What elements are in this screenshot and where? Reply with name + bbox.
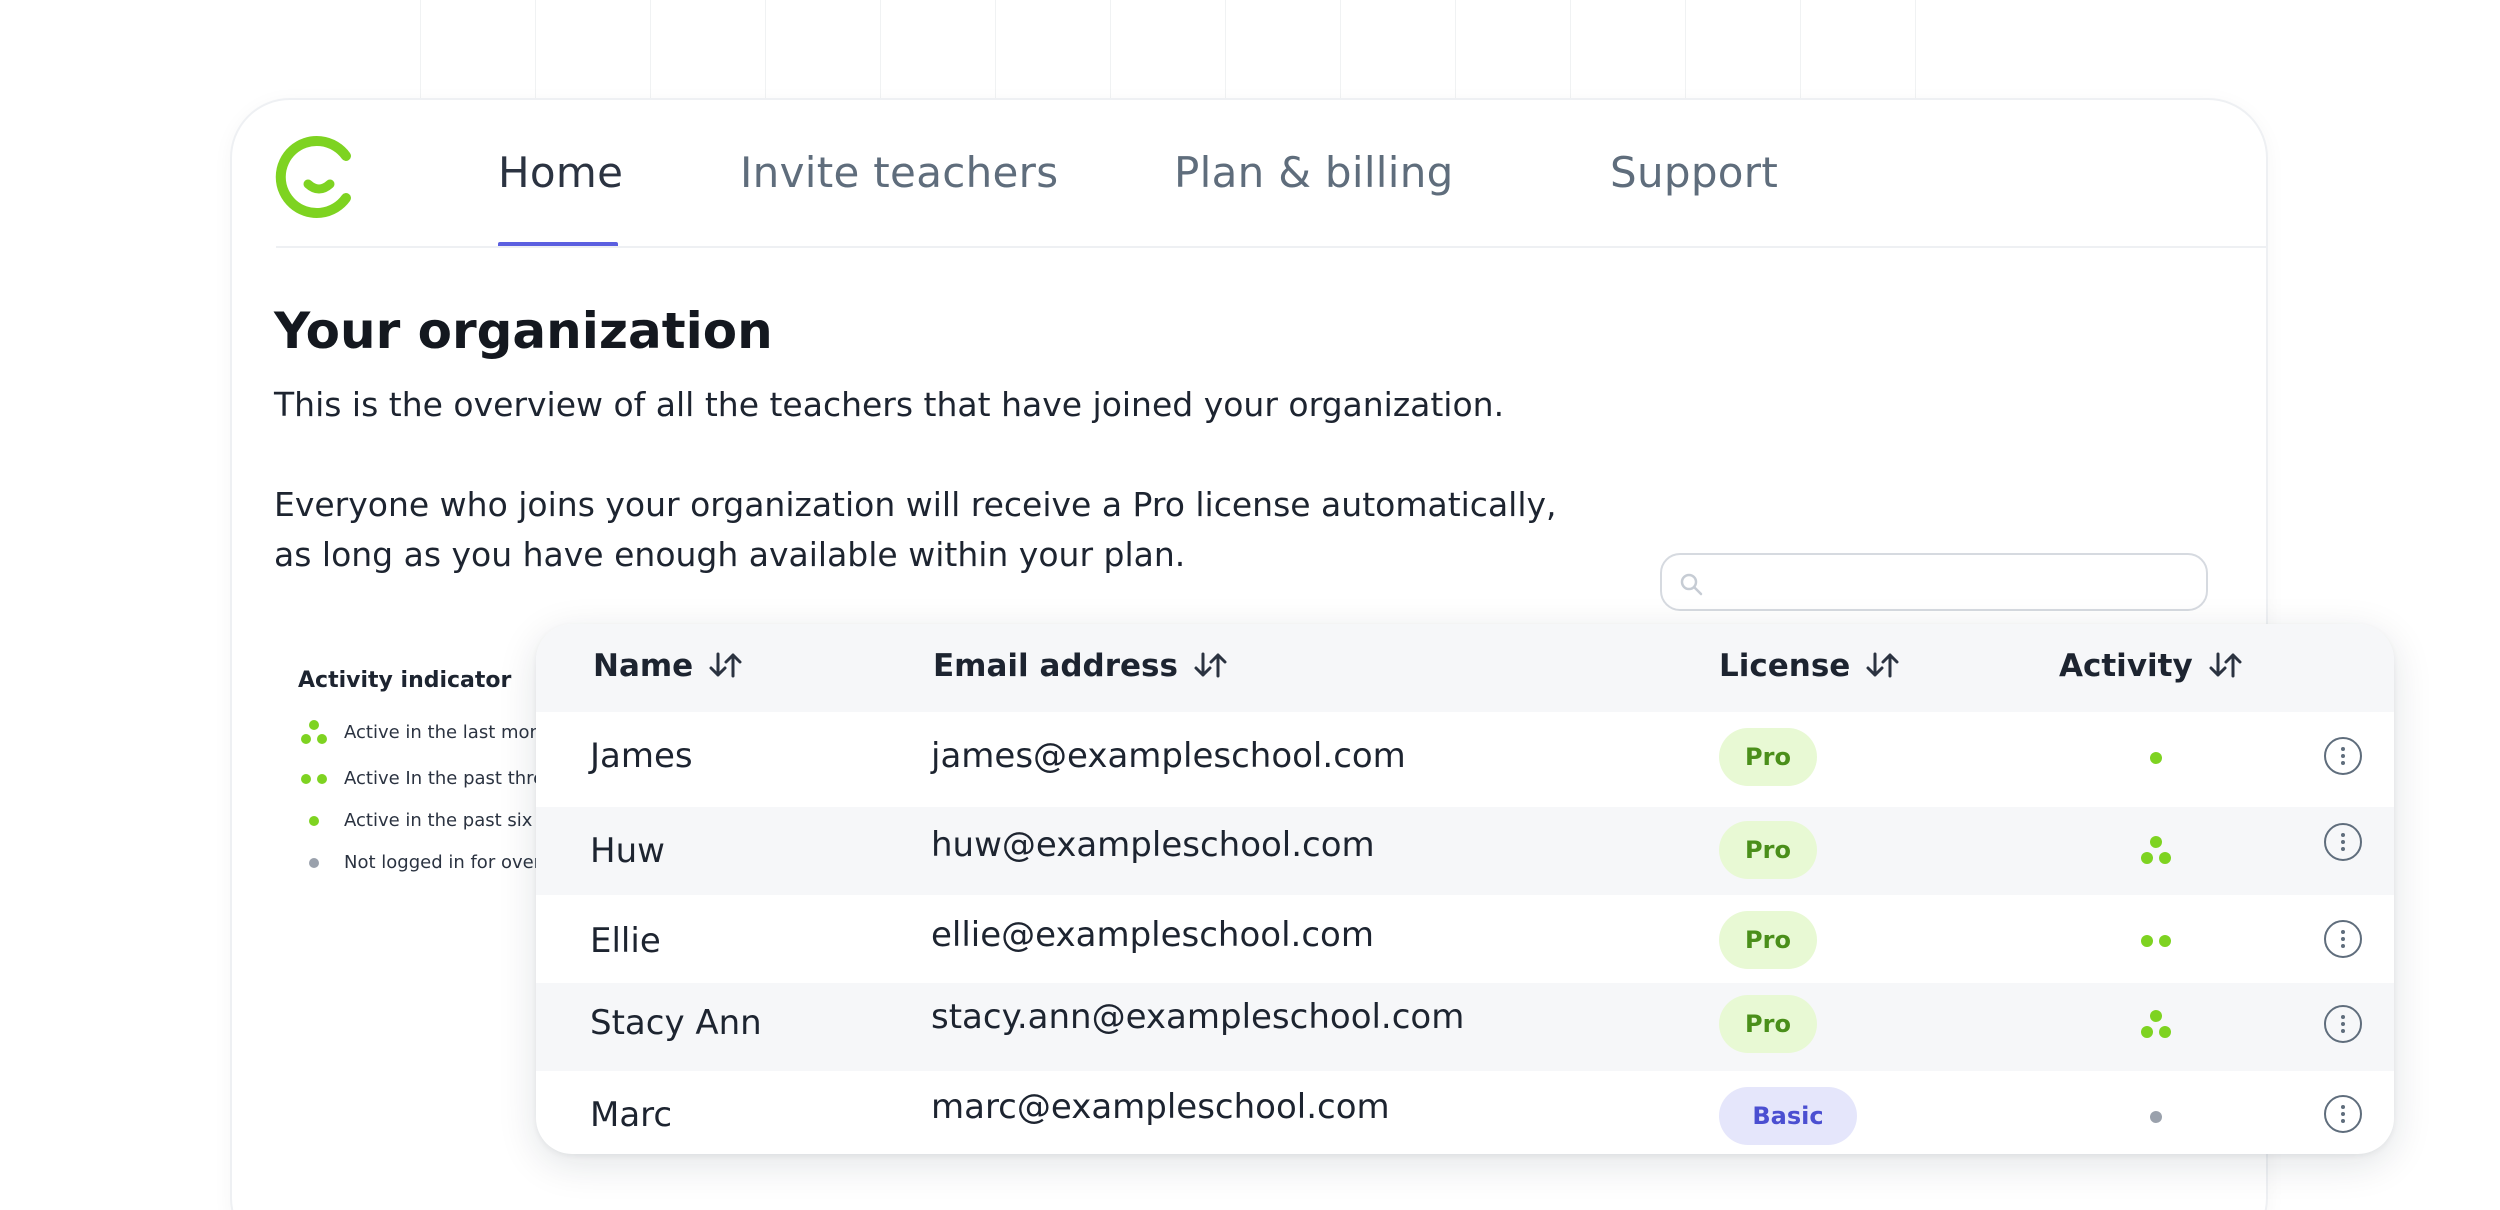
tab-invite-teachers[interactable]: Invite teachers (740, 148, 1058, 197)
logo-icon[interactable] (274, 132, 364, 222)
table-row[interactable]: James james@exampleschool.com Pro (536, 712, 2394, 800)
license-badge: Pro (1719, 728, 1817, 786)
two-dots-activity-icon (2141, 935, 2171, 947)
row-menu-button[interactable] (2324, 1005, 2362, 1043)
teacher-email: james@exampleschool.com (931, 736, 1406, 776)
one-dot-activity-icon (309, 816, 319, 826)
search-icon (1680, 573, 1703, 596)
table-row[interactable]: Ellie ellie@exampleschool.com Pro (536, 895, 2394, 983)
legend-label: Active in the last month (344, 722, 546, 743)
sort-icon[interactable] (2207, 650, 2243, 680)
sort-icon[interactable] (707, 650, 743, 680)
teacher-name: Marc (590, 1095, 673, 1135)
three-dots-activity-icon (2141, 1010, 2171, 1038)
three-dots-activity-icon (301, 720, 327, 744)
column-header-license[interactable]: License (1719, 648, 1900, 684)
table-row[interactable]: Huw huw@exampleschool.com Pro (536, 807, 2394, 895)
column-header-label: Name (593, 648, 694, 684)
more-vertical-icon (2341, 1105, 2345, 1123)
legend-label: Active in the past six months (344, 810, 546, 831)
sort-icon[interactable] (1192, 650, 1228, 680)
legend-item-six-months: Active in the past six months (296, 806, 546, 836)
legend-item-last-month: Active in the last month (296, 718, 546, 748)
teacher-name: James (590, 736, 693, 776)
tab-plan-billing[interactable]: Plan & billing (1174, 148, 1454, 197)
column-header-activity[interactable]: Activity (2059, 648, 2243, 684)
more-vertical-icon (2341, 930, 2345, 948)
more-vertical-icon (2341, 747, 2345, 765)
license-badge: Pro (1719, 821, 1817, 879)
background-grid (420, 0, 2020, 100)
row-menu-button[interactable] (2324, 1095, 2362, 1133)
sort-icon[interactable] (1864, 650, 1900, 680)
legend-label: Not logged in for over six months (344, 852, 546, 873)
tab-support[interactable]: Support (1610, 148, 1778, 197)
teacher-email: huw@exampleschool.com (931, 825, 1375, 865)
teacher-email: stacy.ann@exampleschool.com (931, 997, 1465, 1037)
page-title: Your organization (274, 302, 773, 360)
teacher-email: marc@exampleschool.com (931, 1087, 1390, 1127)
intro-text: This is the overview of all the teachers… (274, 385, 1505, 424)
license-badge: Basic (1719, 1087, 1857, 1145)
row-menu-button[interactable] (2324, 737, 2362, 775)
column-header-label: Activity (2059, 648, 2193, 684)
tab-home[interactable]: Home (498, 148, 623, 197)
nav-divider (276, 246, 2268, 248)
row-menu-button[interactable] (2324, 823, 2362, 861)
license-note: Everyone who joins your organization wil… (274, 485, 1557, 574)
app-stage: Home Invite teachers Plan & billing Supp… (0, 0, 2500, 1210)
search-input[interactable] (1660, 553, 2208, 611)
inactive-dot-icon (309, 858, 319, 868)
legend-label: Active In the past three months (344, 768, 546, 789)
table-row[interactable]: Marc marc@exampleschool.com Basic (536, 1071, 2394, 1154)
more-vertical-icon (2341, 1015, 2345, 1033)
column-header-name[interactable]: Name (593, 648, 743, 684)
table-header: Name Email address License Activity (536, 624, 2394, 712)
license-badge: Pro (1719, 911, 1817, 969)
inactive-dot-icon (2150, 1111, 2162, 1123)
legend-item-three-months: Active In the past three months (296, 764, 546, 794)
teacher-email: ellie@exampleschool.com (931, 915, 1374, 955)
more-vertical-icon (2341, 833, 2345, 851)
legend-title: Activity indicator (298, 668, 512, 693)
teachers-table: Name Email address License Activity Jame… (536, 624, 2394, 1154)
three-dots-activity-icon (2141, 836, 2171, 864)
column-header-label: License (1719, 648, 1851, 684)
two-dots-activity-icon (301, 774, 327, 784)
column-header-label: Email address (933, 648, 1178, 684)
column-header-email[interactable]: Email address (933, 648, 1228, 684)
one-dot-activity-icon (2150, 752, 2162, 764)
teacher-name: Stacy Ann (590, 1003, 762, 1043)
legend-item-inactive: Not logged in for over six months (296, 848, 546, 878)
license-badge: Pro (1719, 995, 1817, 1053)
teacher-name: Huw (590, 831, 665, 871)
table-row[interactable]: Stacy Ann stacy.ann@exampleschool.com Pr… (536, 983, 2394, 1071)
teacher-name: Ellie (590, 921, 661, 961)
row-menu-button[interactable] (2324, 920, 2362, 958)
